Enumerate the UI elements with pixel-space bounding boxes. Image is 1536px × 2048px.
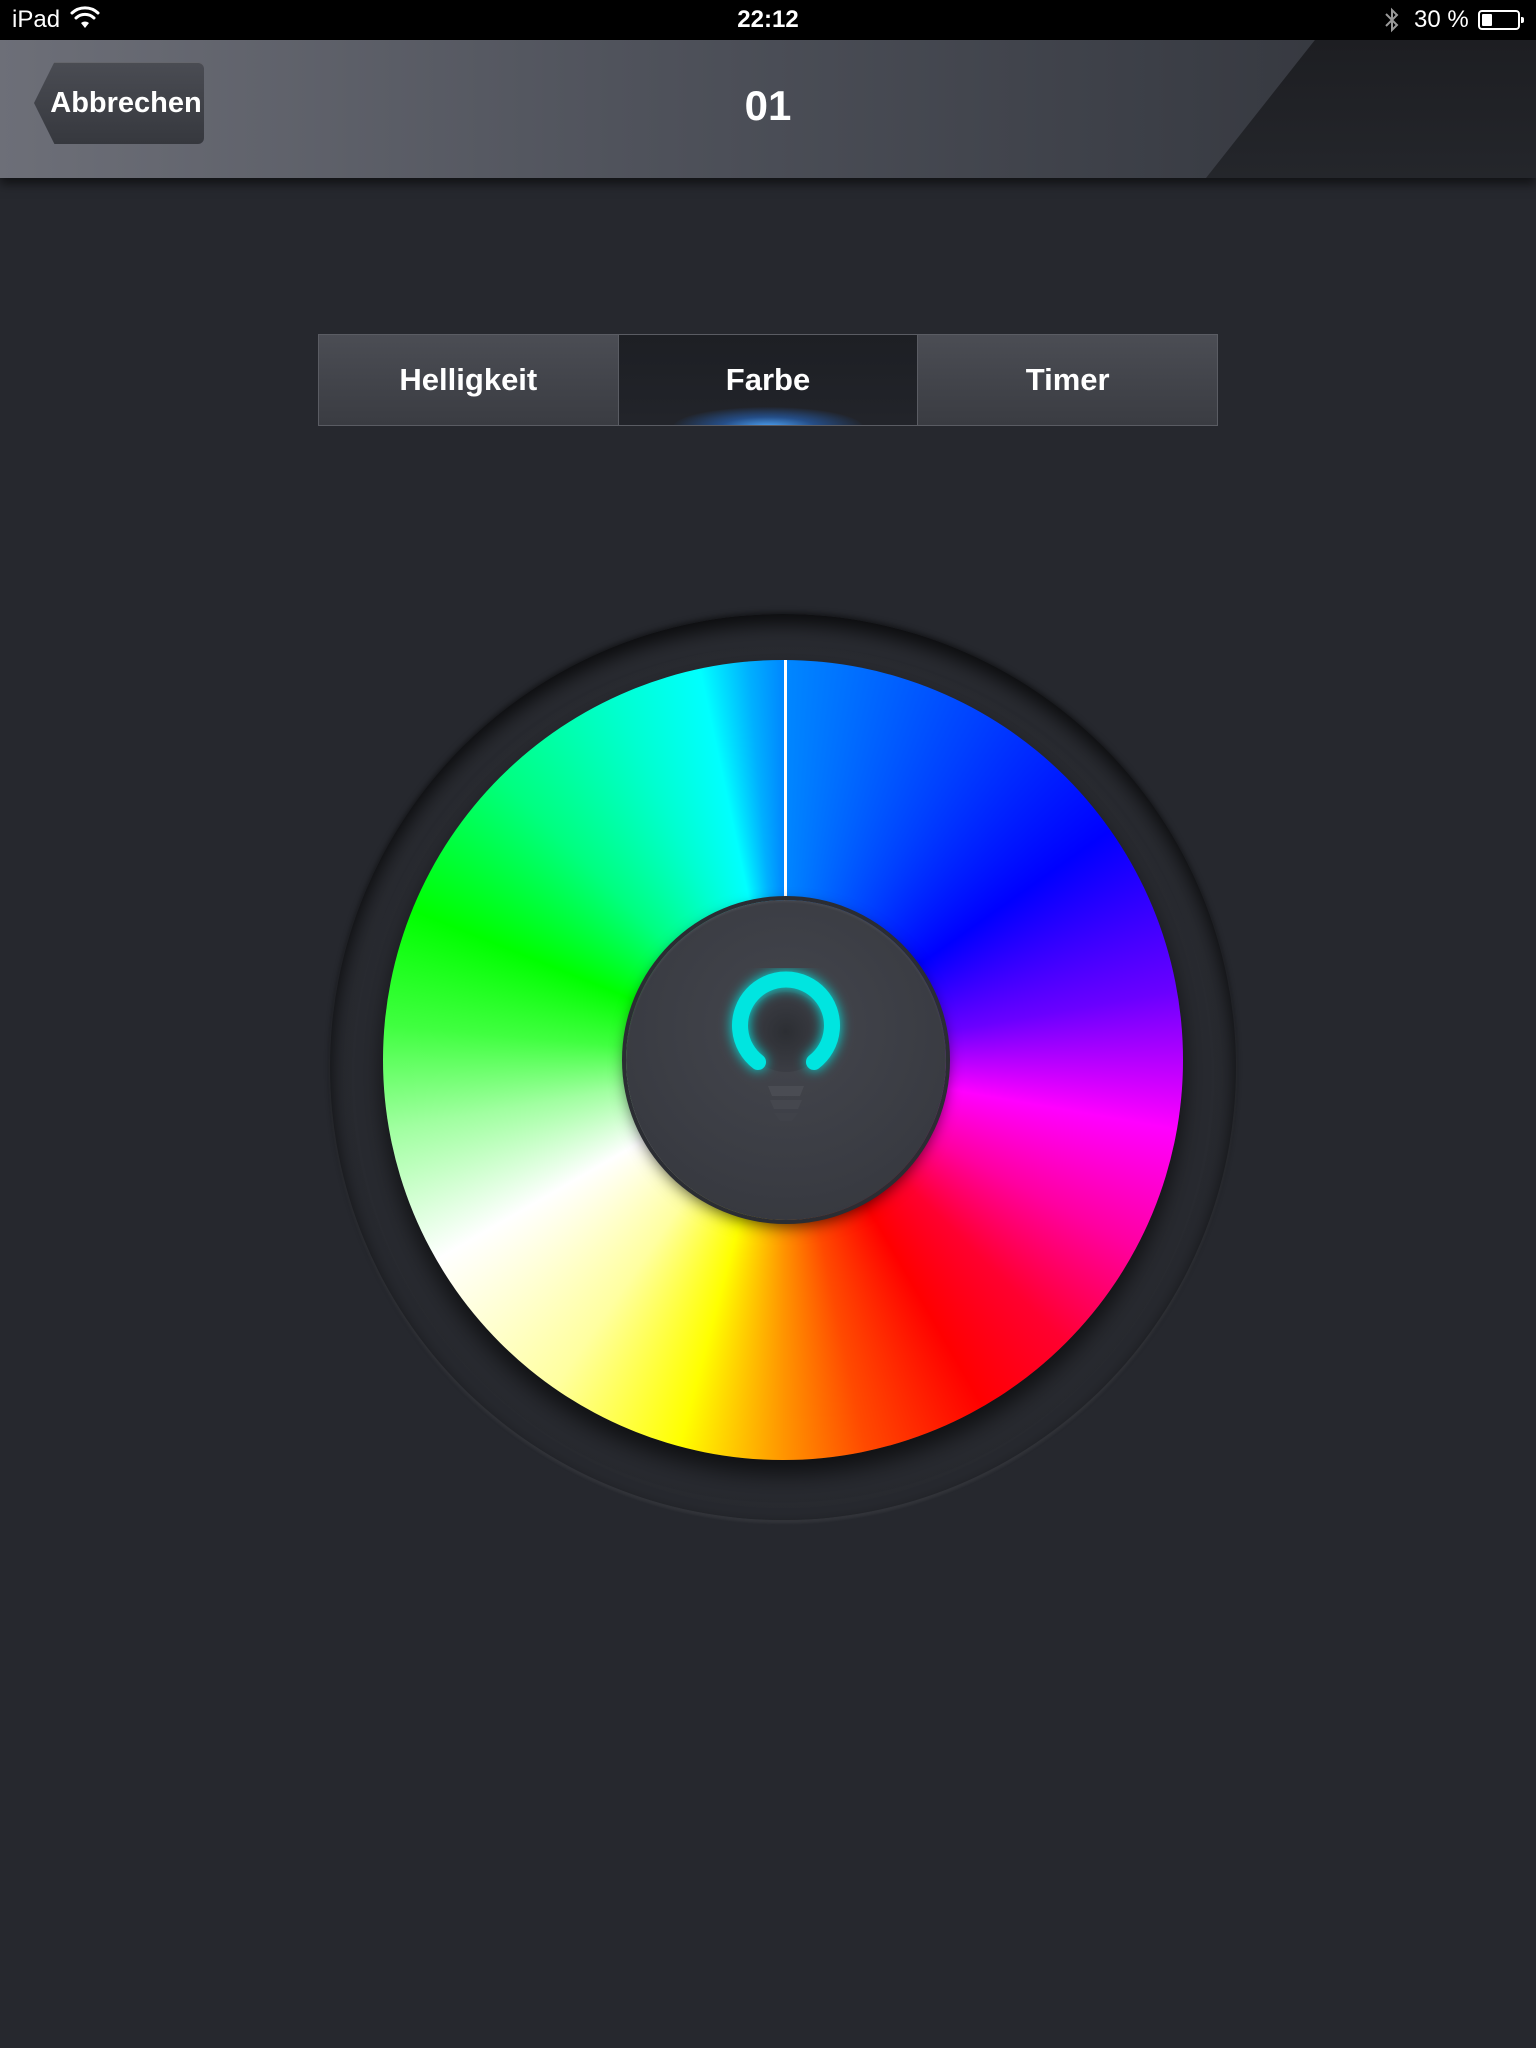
tab-label: Timer (1025, 362, 1110, 397)
tab-label: Helligkeit (399, 362, 538, 397)
color-wheel-indicator[interactable] (784, 660, 787, 906)
battery-nub (1521, 17, 1524, 23)
battery-percent: 30 % (1414, 6, 1469, 33)
tab-farbe[interactable]: Farbe (618, 335, 919, 425)
mode-tabs: Helligkeit Farbe Timer (318, 334, 1218, 426)
light-toggle-button[interactable] (626, 900, 946, 1220)
active-tab-glow (673, 407, 863, 425)
status-bar: iPad 22:12 30 % (0, 0, 1536, 40)
page-title: 01 (744, 82, 792, 129)
status-time: 22:12 (737, 6, 799, 33)
battery-icon (1478, 10, 1524, 30)
bluetooth-icon (1385, 7, 1399, 33)
tab-helligkeit[interactable]: Helligkeit (319, 335, 619, 425)
tab-label: Farbe (725, 362, 811, 397)
tab-timer[interactable]: Timer (918, 335, 1218, 425)
battery-fill (1482, 14, 1493, 26)
color-picker (330, 614, 1236, 1520)
light-bulb-icon (732, 971, 840, 1121)
